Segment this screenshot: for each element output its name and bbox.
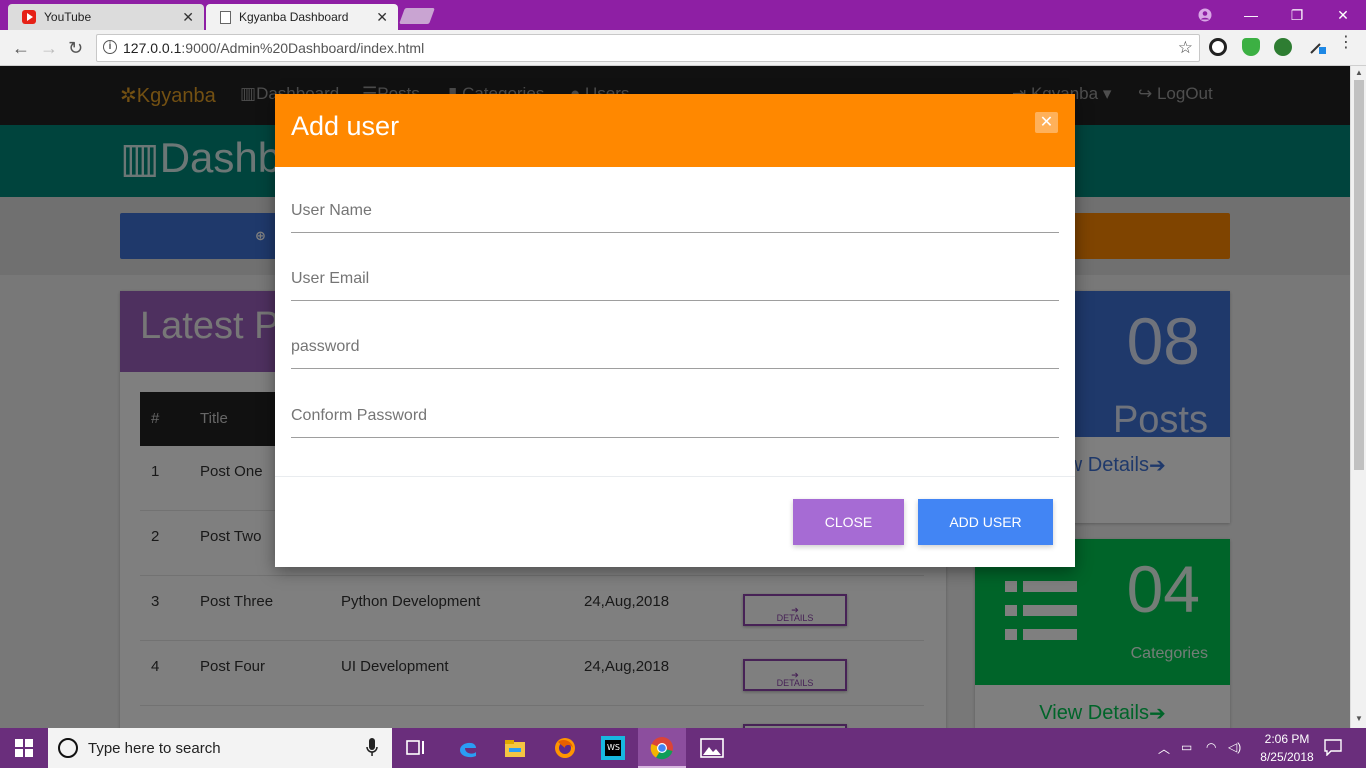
youtube-icon	[22, 10, 36, 24]
new-tab-button[interactable]	[399, 8, 435, 24]
taskbar-clock[interactable]: 2:06 PM 8/25/2018	[1256, 732, 1318, 764]
add-user-modal: Add user ✕ CLOSE ADD USER	[275, 94, 1075, 567]
tab-title: YouTube	[44, 10, 92, 24]
address-toolbar: ← → ↻ i 127.0.0.1:9000/Admin%20Dashboard…	[0, 30, 1366, 66]
show-hidden-icons[interactable]: ︿	[1158, 740, 1170, 757]
extension-icon[interactable]	[1209, 38, 1227, 56]
tab-title: Kgyanba Dashboard	[239, 10, 349, 24]
chrome-menu-icon[interactable]: ⋮	[1338, 35, 1354, 56]
svg-text:WS: WS	[607, 743, 620, 752]
close-tab-icon[interactable]: ✕	[182, 9, 194, 26]
password-field[interactable]	[291, 325, 1059, 369]
edge-icon[interactable]	[456, 736, 480, 760]
close-button[interactable]: CLOSE	[793, 499, 904, 545]
battery-icon[interactable]: ▭	[1181, 740, 1192, 754]
bookmark-star-icon[interactable]: ☆	[1178, 38, 1193, 58]
modal-title: Add user	[291, 111, 400, 141]
restore-icon[interactable]: ❐	[1274, 0, 1320, 30]
search-placeholder: Type here to search	[88, 739, 221, 757]
globe-extension-icon[interactable]	[1274, 38, 1292, 56]
url-bar[interactable]: i 127.0.0.1:9000/Admin%20Dashboard/index…	[96, 34, 1200, 62]
page-scrollbar[interactable]: ▲ ▼	[1350, 66, 1366, 728]
window-close-icon[interactable]: ✕	[1320, 0, 1366, 30]
minimize-icon[interactable]: —	[1228, 0, 1274, 30]
modal-close-icon[interactable]: ✕	[1035, 112, 1058, 133]
profile-icon[interactable]	[1182, 0, 1228, 30]
volume-icon[interactable]: ◁)	[1228, 740, 1241, 754]
url-host: 127.0.0.1	[123, 40, 182, 56]
browser-tab-bar: YouTube ✕ Kgyanba Dashboard ✕ — ❐ ✕	[0, 0, 1366, 30]
confirm-password-field[interactable]	[291, 394, 1059, 438]
back-arrow-icon[interactable]: ←	[12, 38, 30, 59]
scrollbar-thumb[interactable]	[1354, 80, 1364, 470]
windows-taskbar: Type here to search WS ︿ ▭ ◠ ◁) 2:06 PM …	[0, 728, 1366, 768]
chrome-icon[interactable]	[650, 736, 674, 760]
tab-youtube[interactable]: YouTube ✕	[8, 4, 204, 30]
modal-header: Add user ✕	[275, 94, 1075, 167]
eyedropper-extension-icon[interactable]	[1308, 38, 1326, 56]
windows-logo-icon	[15, 739, 33, 757]
tab-kgyanba-dashboard[interactable]: Kgyanba Dashboard ✕	[206, 4, 398, 30]
task-view-icon[interactable]	[404, 736, 428, 760]
windows-start-button[interactable]	[0, 728, 48, 768]
shield-extension-icon[interactable]	[1242, 38, 1260, 56]
clock-date: 8/25/2018	[1260, 750, 1314, 764]
email-field[interactable]	[291, 257, 1059, 301]
scroll-up-icon[interactable]: ▲	[1355, 68, 1363, 77]
taskbar-search-box[interactable]: Type here to search	[48, 728, 392, 768]
scroll-down-icon[interactable]: ▼	[1355, 714, 1363, 723]
add-user-button[interactable]: ADD USER	[918, 499, 1053, 545]
firefox-icon[interactable]	[553, 736, 577, 760]
cortana-icon	[58, 738, 78, 758]
username-field[interactable]	[291, 189, 1059, 233]
close-tab-icon[interactable]: ✕	[376, 9, 388, 26]
photos-icon[interactable]	[700, 736, 724, 760]
action-center-icon[interactable]	[1324, 738, 1342, 759]
url-path: :9000/Admin%20Dashboard/index.html	[181, 40, 425, 56]
webstorm-icon[interactable]: WS	[601, 736, 625, 760]
clock-time: 2:06 PM	[1264, 732, 1310, 746]
wifi-icon[interactable]: ◠	[1206, 740, 1216, 754]
microphone-icon[interactable]	[366, 738, 378, 762]
site-info-icon[interactable]: i	[103, 40, 117, 54]
reload-icon[interactable]: ↻	[68, 38, 83, 59]
file-explorer-icon[interactable]	[503, 736, 527, 760]
forward-arrow-icon[interactable]: →	[40, 38, 58, 59]
modal-footer-divider	[275, 476, 1075, 477]
page-icon	[220, 10, 231, 24]
